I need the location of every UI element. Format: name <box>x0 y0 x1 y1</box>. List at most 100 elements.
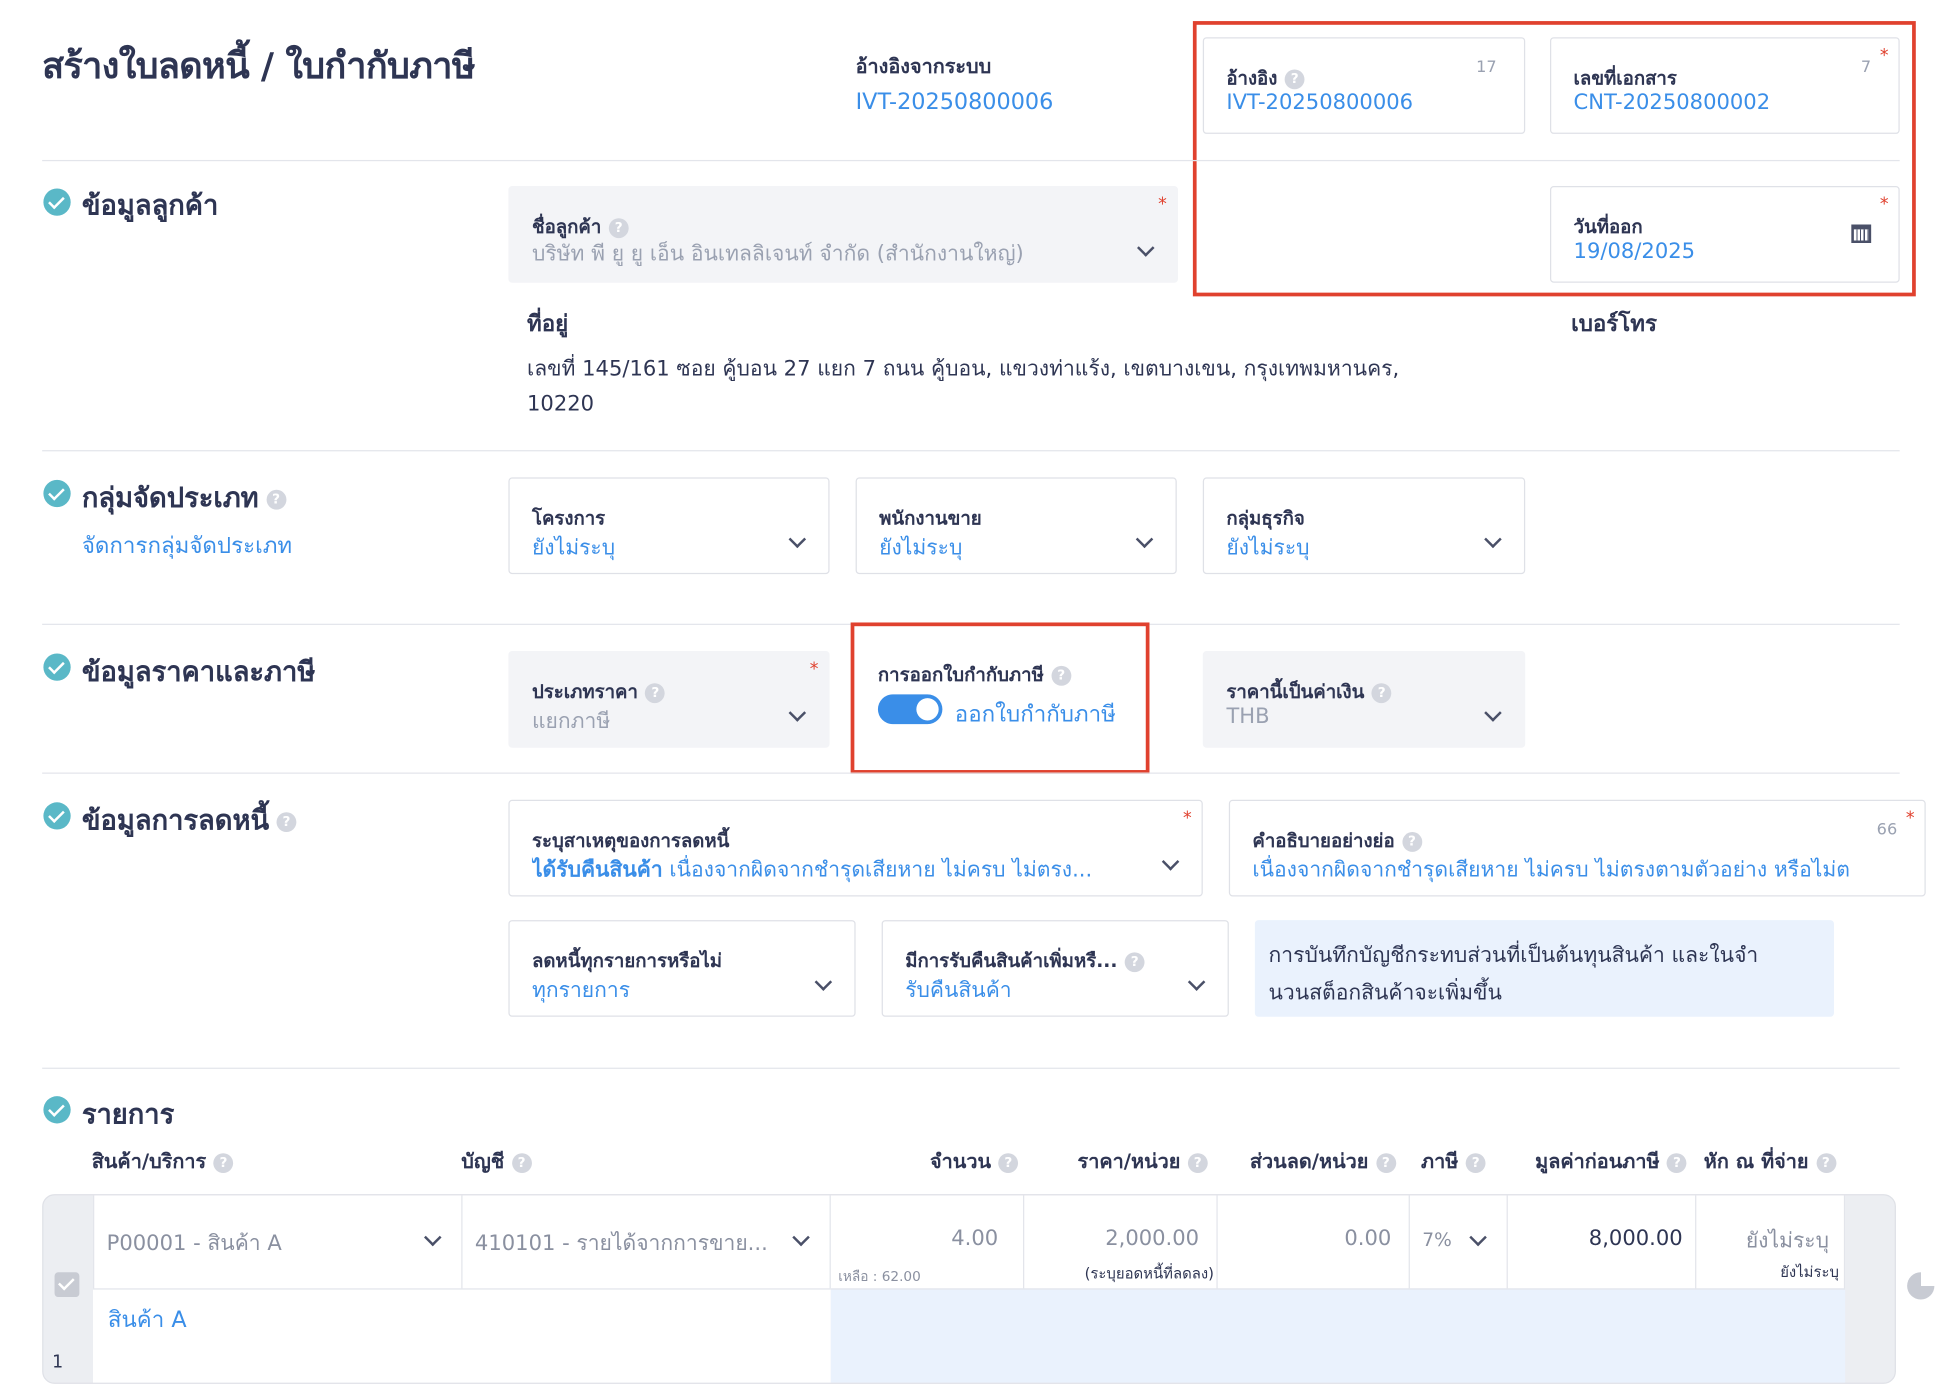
check-icon <box>43 653 71 681</box>
help-icon[interactable]: ? <box>276 812 297 833</box>
account-select[interactable]: 410101 - รายได้จากการขาย... <box>463 1195 831 1289</box>
tax-select[interactable]: 7% <box>1410 1195 1508 1289</box>
short-description-field[interactable]: คำอธิบายอย่างย่อ? เนื่องจากผิดจากชำรุดเส… <box>1228 799 1926 897</box>
help-icon[interactable]: ? <box>1465 1152 1486 1173</box>
business-group-label: กลุ่มธุรกิจ <box>1226 507 1305 530</box>
chevron-down-icon <box>814 973 833 991</box>
manage-classification-link[interactable]: จัดการกลุ่มจัดประเภท <box>82 527 292 563</box>
help-icon[interactable]: ? <box>1124 951 1145 972</box>
col-qty: จำนวน <box>930 1149 992 1174</box>
customer-name-select[interactable]: ชื่อลูกค้า? บริษัท พี ยู ยู เอ็น อินเทลล… <box>508 186 1178 283</box>
credit-reason-text: เนื่องจากผิดจากชำรุดเสียหาย ไม่ครบ ไม่ตร… <box>669 858 1093 883</box>
product-select[interactable]: P00001 - สินค้า A <box>93 1195 463 1289</box>
required-asterisk: * <box>1905 808 1915 829</box>
remaining-qty: เหลือ : 62.00 <box>838 1268 921 1285</box>
return-goods-select[interactable]: มีการรับคืนสินค้าเพิ่มหรื...? รับคืนสินค… <box>881 920 1229 1017</box>
customer-name-label: ชื่อลูกค้า <box>531 215 602 239</box>
pie-chart-icon[interactable] <box>1907 1272 1935 1300</box>
chevron-down-icon <box>1484 530 1502 549</box>
help-icon[interactable]: ? <box>998 1152 1019 1173</box>
system-ref-label: อ้างอิงจากระบบ <box>855 54 992 79</box>
chevron-down-icon <box>1135 530 1154 549</box>
help-icon[interactable]: ? <box>1371 682 1392 703</box>
col-tax: ภาษี <box>1421 1149 1459 1174</box>
accounting-note: การบันทึกบัญชีกระทบส่วนที่เป็นต้นทุนสินค… <box>1254 920 1834 1017</box>
col-product: สินค้า/บริการ <box>91 1149 207 1174</box>
help-icon[interactable]: ? <box>1402 831 1422 852</box>
pretax-value-cell: 8,000.00 <box>1508 1195 1697 1289</box>
address-label: ที่อยู่ <box>527 311 569 338</box>
salesperson-value: ยังไม่ระบุ <box>879 535 963 561</box>
qty-input[interactable]: 4.00 เหลือ : 62.00 <box>831 1195 1025 1289</box>
salesperson-select[interactable]: พนักงานขาย ยังไม่ระบุ <box>855 477 1177 575</box>
chevron-down-icon <box>788 530 807 549</box>
pretax-value: 8,000.00 <box>1588 1226 1683 1252</box>
return-goods-label: มีการรับคืนสินค้าเพิ่มหรื... <box>905 949 1118 973</box>
all-items-value: ทุกรายการ <box>531 978 631 1004</box>
qty-value: 4.00 <box>951 1226 999 1252</box>
chevron-down-icon <box>1136 239 1155 257</box>
highlight-box-tax-invoice <box>850 622 1150 774</box>
chevron-down-icon <box>1187 973 1206 991</box>
help-icon[interactable]: ? <box>213 1152 234 1173</box>
col-unit-price: ราคา/หน่วย <box>1077 1149 1181 1174</box>
col-account: บัญชี <box>461 1149 505 1174</box>
required-asterisk: * <box>809 659 819 680</box>
currency-select[interactable]: ราคานี้เป็นค่าเงิน? THB <box>1202 651 1526 748</box>
project-label: โครงการ <box>531 507 606 530</box>
help-icon[interactable]: ? <box>608 217 629 238</box>
all-items-label: ลดหนี้ทุกรายการหรือไม่ <box>531 949 723 973</box>
unit-price-note: (ระบุยอดหนี้ที่ลดลง) <box>1084 1264 1214 1283</box>
divider <box>42 450 1900 452</box>
tax-value: 7% <box>1422 1228 1452 1252</box>
address-line1: เลขที่ 145/161 ซอย คู้บอน 27 แยก 7 ถนน ค… <box>527 357 1400 382</box>
row-checkbox[interactable] <box>54 1272 80 1298</box>
unit-price-value: 2,000.00 <box>1105 1226 1200 1252</box>
account-value: 410101 - รายได้จากการขาย... <box>474 1231 768 1257</box>
section-title-items: รายการ <box>81 1099 175 1131</box>
address-line2: 10220 <box>527 391 595 417</box>
help-icon[interactable]: ? <box>1375 1152 1396 1173</box>
help-icon[interactable]: ? <box>266 489 286 510</box>
discount-value: 0.00 <box>1344 1226 1392 1252</box>
check-icon <box>43 1096 71 1124</box>
discount-input[interactable]: 0.00 <box>1218 1195 1410 1289</box>
help-icon[interactable]: ? <box>1667 1152 1687 1173</box>
withholding-select[interactable]: ยังไม่ระบุ ยังไม่ระบุ <box>1696 1195 1846 1289</box>
required-asterisk: * <box>1182 808 1192 829</box>
row-index: 1 <box>52 1352 64 1373</box>
chevron-down-icon <box>788 704 807 722</box>
check-icon <box>43 188 71 216</box>
all-items-select[interactable]: ลดหนี้ทุกรายการหรือไม่ ทุกรายการ <box>508 920 856 1017</box>
return-goods-value: รับคืนสินค้า <box>905 978 1012 1004</box>
col-discount: ส่วนลด/หน่วย <box>1249 1149 1369 1174</box>
help-icon[interactable]: ? <box>645 682 666 703</box>
help-icon[interactable]: ? <box>1187 1152 1208 1173</box>
note-line2: นวนสต็อกสินค้าจะเพิ่มขึ้น <box>1268 980 1502 1006</box>
project-select[interactable]: โครงการ ยังไม่ระบุ <box>508 477 830 575</box>
help-icon[interactable]: ? <box>1815 1152 1836 1173</box>
divider <box>42 1067 1900 1069</box>
business-group-select[interactable]: กลุ่มธุรกิจ ยังไม่ระบุ <box>1202 477 1526 575</box>
help-icon[interactable]: ? <box>511 1152 532 1173</box>
col-withholding: หัก ณ ที่จ่าย <box>1703 1149 1809 1174</box>
salesperson-label: พนักงานขาย <box>879 507 982 530</box>
chevron-down-icon <box>1469 1228 1487 1247</box>
price-type-select[interactable]: ประเภทราคา? แยกภาษี * <box>508 651 830 748</box>
price-type-value: แยกภาษี <box>531 709 611 735</box>
currency-label: ราคานี้เป็นค่าเงิน <box>1226 680 1365 704</box>
check-icon <box>43 479 71 508</box>
customer-name-value: บริษัท พี ยู ยู เอ็น อินเทลลิเจนท์ จำกัด… <box>531 241 1024 267</box>
price-type-label: ประเภทราคา <box>531 680 638 704</box>
withholding-sub: ยังไม่ระบุ <box>1780 1263 1839 1281</box>
highlight-box-document <box>1192 21 1916 297</box>
system-ref-link[interactable]: IVT-20250800006 <box>856 89 1054 115</box>
unit-price-input[interactable]: 2,000.00 (ระบุยอดหนี้ที่ลดลง) <box>1024 1195 1218 1289</box>
credit-reason-select[interactable]: ระบุสาเหตุของการลดหนี้ ได้รับคืนสินค้า เ… <box>508 799 1203 897</box>
section-title-pricing: ข้อมูลราคาและภาษี <box>81 657 316 689</box>
currency-value: THB <box>1226 704 1270 730</box>
credit-reason-label: ระบุสาเหตุของการลดหนี้ <box>531 829 730 852</box>
check-icon <box>43 802 71 830</box>
product-value: P00001 - สินค้า A <box>106 1231 282 1257</box>
item-description[interactable]: สินค้า A <box>108 1301 187 1337</box>
